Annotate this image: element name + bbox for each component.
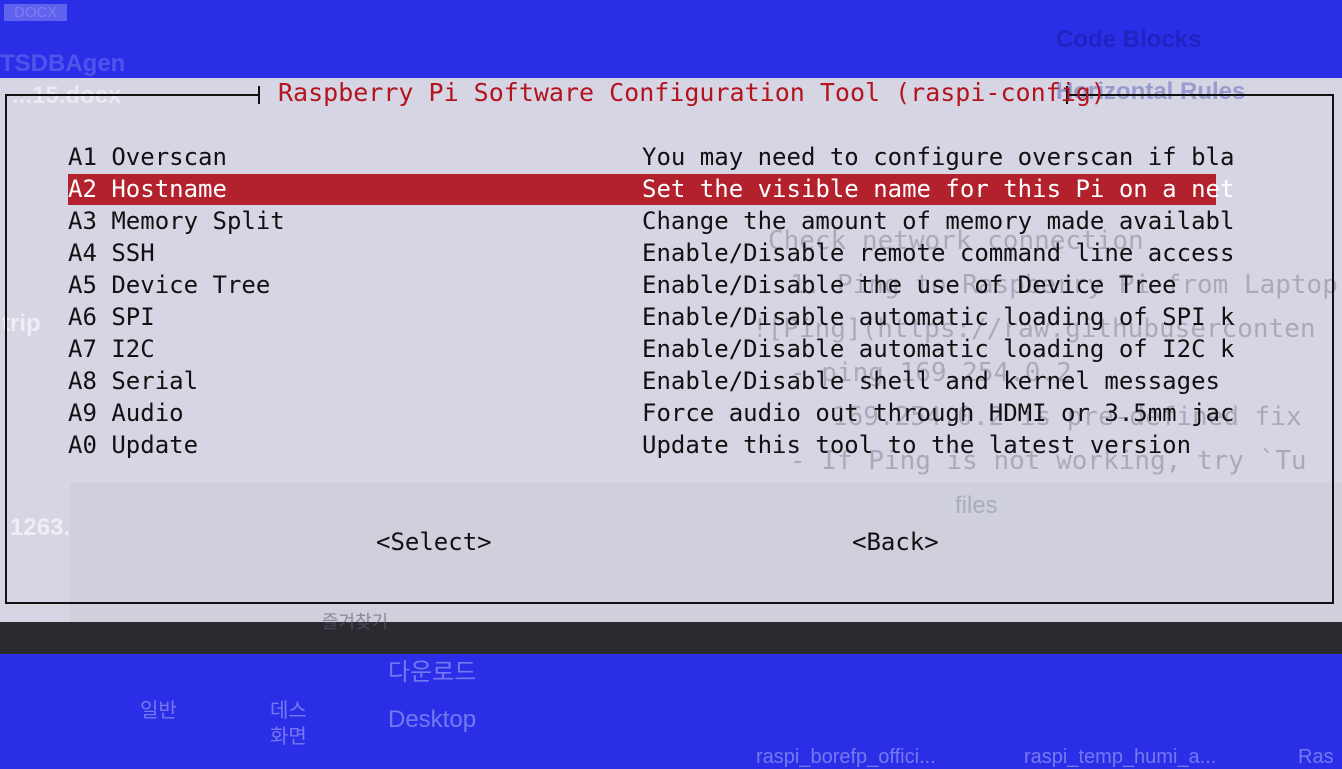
- file-name-1: raspi_borefp_offici...: [756, 746, 936, 768]
- menu-item-label: A7 I2C: [68, 335, 155, 363]
- menu-item-description: Force audio out through HDMI or 3.5mm ja…: [642, 399, 1235, 427]
- dialog-title: Raspberry Pi Software Configuration Tool…: [278, 78, 1106, 107]
- menu-item-description: Enable/Disable the use of Device Tree: [642, 271, 1177, 299]
- menu-item-label: A4 SSH: [68, 239, 155, 267]
- menu-item-description: You may need to configure overscan if bl…: [642, 143, 1235, 171]
- menu-item-description: Enable/Disable automatic loading of SPI …: [642, 303, 1235, 331]
- frame-top-left-line: [5, 94, 258, 96]
- icon-label-general: 일반: [140, 700, 177, 722]
- menu-item-label: A1 Overscan: [68, 143, 227, 171]
- menu-item-a5[interactable]: A5 Device Tree Enable/Disable the use of …: [68, 270, 1216, 301]
- menu-item-label: A6 SPI: [68, 303, 155, 331]
- raspi-config-dialog: ...15.docx Horizontal Rules trip 1263. C…: [0, 78, 1342, 622]
- menu-item-description: Change the amount of memory made availab…: [642, 207, 1235, 235]
- menu-item-description: Enable/Disable remote command line acces…: [642, 239, 1235, 267]
- file-name-3: Ras: [1298, 746, 1334, 768]
- menu-item-a7[interactable]: A7 I2C Enable/Disable automatic loading o…: [68, 334, 1234, 365]
- title-tick-left: [258, 86, 260, 104]
- frame-top-right-line: [1068, 94, 1334, 96]
- menu-item-a9[interactable]: A9 Audio Force audio out through HDMI or …: [68, 398, 1234, 429]
- menu-item-description: Enable/Disable shell and kernel messages: [642, 367, 1220, 395]
- file-tag: DOCX: [4, 4, 68, 21]
- menu-item-description: Set the visible name for this Pi on a ne…: [642, 175, 1235, 203]
- menu-item-label: A8 Serial: [68, 367, 199, 395]
- menu-item-description: Update this tool to the latest version: [642, 431, 1192, 459]
- terminal-status-band: [0, 622, 1342, 654]
- menu-item-a4[interactable]: A4 SSH Enable/Disable remote command line…: [68, 238, 1234, 269]
- menu-item-a8[interactable]: A8 Serial Enable/Disable shell and kernel…: [68, 366, 1220, 397]
- app-name: TSDBAgen: [0, 50, 126, 77]
- menu-item-label: A9 Audio: [68, 399, 184, 427]
- favorites-label: 즐겨찾기: [322, 612, 389, 632]
- downloads-label: 다운로드: [388, 659, 477, 686]
- menu-item-label: A2 Hostname: [68, 175, 227, 203]
- select-button[interactable]: <Select>: [376, 526, 492, 558]
- code-blocks-text: Code Blocks: [1056, 26, 1202, 53]
- desktop-label: Desktop: [388, 706, 477, 733]
- menu-item-label: A0 Update: [68, 431, 199, 459]
- icon-label-desktop-1: 데스: [270, 700, 307, 722]
- file-name-2: raspi_temp_humi_a...: [1024, 746, 1217, 768]
- menu-item-a6[interactable]: A6 SPI Enable/Disable automatic loading o…: [68, 302, 1234, 333]
- back-button[interactable]: <Back>: [852, 526, 939, 558]
- menu-item-description: Enable/Disable automatic loading of I2C …: [642, 335, 1235, 363]
- menu-item-label: A5 Device Tree: [68, 271, 271, 299]
- menu-item-a3[interactable]: A3 Memory Split Change the amount of memo…: [68, 206, 1234, 237]
- icon-label-desktop-2: 화면: [270, 726, 307, 748]
- menu-item-a0[interactable]: A0 Update Update this tool to the latest …: [68, 430, 1216, 461]
- menu-item-a1[interactable]: A1 Overscan You may need to configure ove…: [68, 142, 1234, 173]
- menu-item-label: A3 Memory Split: [68, 207, 285, 235]
- menu-item-a2[interactable]: A2 Hostname Set the visible name for this…: [68, 174, 1234, 205]
